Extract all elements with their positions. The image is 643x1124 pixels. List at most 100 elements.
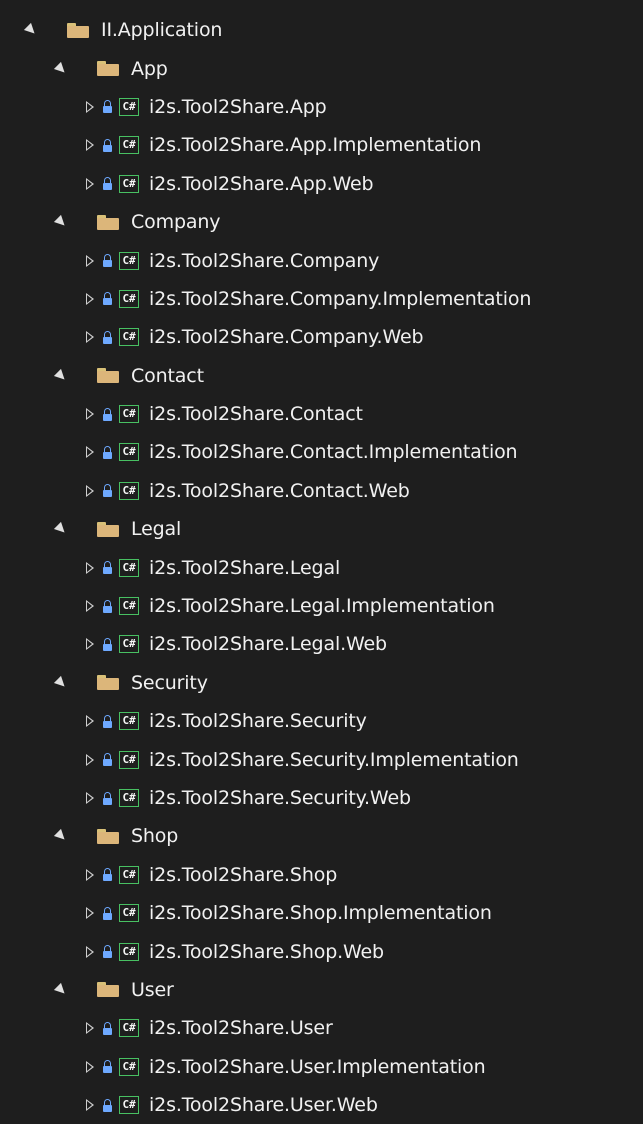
tree-node-folder[interactable]: Contact	[0, 357, 643, 395]
expander-collapsed-icon[interactable]	[86, 792, 94, 804]
lock-icon	[103, 868, 112, 882]
tree-node-label: i2s.Tool2Share.Shop.Web	[149, 940, 384, 963]
tree-node-label: i2s.Tool2Share.Contact.Web	[149, 479, 410, 502]
tree-node-project[interactable]: C# i2s.Tool2Share.App	[0, 88, 643, 126]
tree-node-project[interactable]: C# i2s.Tool2Share.Company.Web	[0, 318, 643, 356]
tree-node-project[interactable]: C# i2s.Tool2Share.Contact	[0, 395, 643, 433]
expander-collapsed-icon[interactable]	[86, 945, 94, 958]
expander-open-icon[interactable]	[53, 522, 69, 537]
lock-icon	[103, 753, 112, 767]
csharp-project-icon: C#	[119, 289, 139, 308]
tree-node-label: i2s.Tool2Share.App	[149, 95, 327, 118]
expander-open-icon[interactable]	[53, 368, 69, 383]
tree-node-project[interactable]: C# i2s.Tool2Share.Legal	[0, 548, 643, 586]
expander-collapsed-icon[interactable]	[86, 177, 94, 190]
lock-icon	[103, 1021, 112, 1035]
tree-node-project[interactable]: C# i2s.Tool2Share.Shop.Web	[0, 932, 643, 970]
expander-collapsed-icon[interactable]	[86, 1022, 94, 1035]
expander-collapsed-icon[interactable]	[86, 600, 94, 613]
tree-node-project[interactable]: C# i2s.Tool2Share.Security	[0, 702, 643, 740]
expander-collapsed-icon[interactable]	[86, 1099, 94, 1112]
lock-icon	[103, 945, 112, 959]
tree-node-label: Legal	[131, 518, 182, 541]
lock-icon	[103, 561, 112, 575]
lock-icon	[103, 906, 112, 920]
expander-collapsed-icon[interactable]	[86, 408, 94, 421]
tree-node-project[interactable]: C# i2s.Tool2Share.User	[0, 1009, 643, 1047]
lock-icon	[103, 714, 112, 728]
expander-open-icon[interactable]	[53, 61, 69, 76]
tree-node-label: i2s.Tool2Share.Security.Web	[149, 787, 411, 809]
expander-collapsed-icon[interactable]	[86, 753, 94, 766]
tree-node-project[interactable]: C# i2s.Tool2Share.Legal.Implementation	[0, 587, 643, 625]
expander-collapsed-icon[interactable]	[86, 139, 94, 152]
folder-icon	[67, 22, 89, 38]
tree-node-project[interactable]: C# i2s.Tool2Share.Company.Implementation	[0, 280, 643, 318]
expander-collapsed-icon[interactable]	[86, 331, 94, 344]
tree-node-project[interactable]: C# i2s.Tool2Share.Security.Web	[0, 779, 643, 817]
solution-folder-list: App C# i2s.Tool2Share.App C# i2s.Tool2Share.…	[0, 49, 643, 1124]
expander-collapsed-icon[interactable]	[86, 868, 94, 881]
tree-node-project[interactable]: C# i2s.Tool2Share.Shop.Implementation	[0, 894, 643, 932]
lock-icon	[103, 330, 112, 344]
tree-node-folder[interactable]: Security	[0, 664, 643, 702]
folder-icon	[97, 214, 119, 230]
expander-collapsed-icon[interactable]	[86, 1060, 94, 1073]
expander-collapsed-icon[interactable]	[86, 254, 94, 267]
lock-icon	[103, 1060, 112, 1074]
tree-node-project[interactable]: C# i2s.Tool2Share.User.Implementation	[0, 1048, 643, 1086]
tree-node-label: i2s.Tool2Share.Contact.Implementation	[149, 441, 518, 464]
tree-node-folder[interactable]: Legal	[0, 510, 643, 548]
tree-node-root-folder[interactable]: II.Application	[0, 11, 643, 49]
tree-node-folder[interactable]: App	[0, 49, 643, 87]
csharp-project-icon: C#	[119, 97, 139, 116]
lock-icon	[103, 599, 112, 613]
expander-collapsed-icon[interactable]	[86, 100, 94, 113]
tree-node-project[interactable]: C# i2s.Tool2Share.Contact.Web	[0, 472, 643, 510]
tree-node-project[interactable]: C# i2s.Tool2Share.App.Implementation	[0, 126, 643, 164]
expander-open-icon[interactable]	[53, 829, 69, 844]
csharp-project-icon: C#	[119, 1096, 139, 1115]
expander-collapsed-icon[interactable]	[86, 907, 94, 920]
expander-open-icon[interactable]	[53, 675, 69, 690]
tree-node-label: i2s.Tool2Share.Shop	[149, 863, 338, 886]
expander-collapsed-icon[interactable]	[86, 292, 94, 305]
tree-node-label: i2s.Tool2Share.User.Web	[149, 1094, 378, 1117]
expander-collapsed-icon[interactable]	[86, 446, 94, 459]
csharp-project-icon: C#	[119, 328, 139, 347]
tree-node-folder[interactable]: Shop	[0, 817, 643, 855]
tree-node-label: i2s.Tool2Share.Security	[149, 710, 367, 733]
expander-collapsed-icon[interactable]	[86, 484, 94, 497]
tree-node-project[interactable]: C# i2s.Tool2Share.User.Web	[0, 1086, 643, 1124]
expander-open-icon[interactable]	[53, 982, 69, 998]
tree-node-label: i2s.Tool2Share.Legal.Implementation	[149, 595, 495, 618]
csharp-project-icon: C#	[119, 750, 139, 769]
tree-node-label: User	[131, 978, 174, 1001]
csharp-project-icon: C#	[119, 635, 139, 654]
csharp-project-icon: C#	[119, 174, 139, 193]
tree-node-folder[interactable]: User	[0, 971, 643, 1009]
expander-collapsed-icon[interactable]	[86, 561, 94, 574]
tree-node-label: i2s.Tool2Share.Security.Implementation	[149, 748, 519, 771]
expander-open-icon[interactable]	[53, 215, 69, 230]
expander-collapsed-icon[interactable]	[86, 638, 94, 651]
tree-node-project[interactable]: C# i2s.Tool2Share.Legal.Web	[0, 625, 643, 663]
csharp-project-icon: C#	[119, 251, 139, 270]
tree-node-project[interactable]: C# i2s.Tool2Share.Company	[0, 241, 643, 279]
expander-open-icon[interactable]	[23, 23, 39, 38]
tree-node-project[interactable]: C# i2s.Tool2Share.Security.Implementation	[0, 740, 643, 778]
folder-icon	[97, 982, 119, 998]
csharp-project-icon: C#	[119, 1057, 139, 1076]
tree-node-project[interactable]: C# i2s.Tool2Share.Shop	[0, 856, 643, 894]
folder-icon	[97, 675, 119, 691]
tree-node-project[interactable]: C# i2s.Tool2Share.Contact.Implementation	[0, 433, 643, 471]
expander-collapsed-icon[interactable]	[86, 715, 94, 728]
tree-node-label: App	[131, 57, 168, 80]
csharp-project-icon: C#	[119, 405, 139, 424]
tree-node-project[interactable]: C# i2s.Tool2Share.App.Web	[0, 165, 643, 203]
folder-icon	[97, 521, 119, 537]
tree-node-label: i2s.Tool2Share.Shop.Implementation	[149, 902, 492, 925]
tree-node-folder[interactable]: Company	[0, 203, 643, 241]
lock-icon	[103, 1098, 112, 1112]
tree-node-label: Company	[131, 211, 221, 234]
